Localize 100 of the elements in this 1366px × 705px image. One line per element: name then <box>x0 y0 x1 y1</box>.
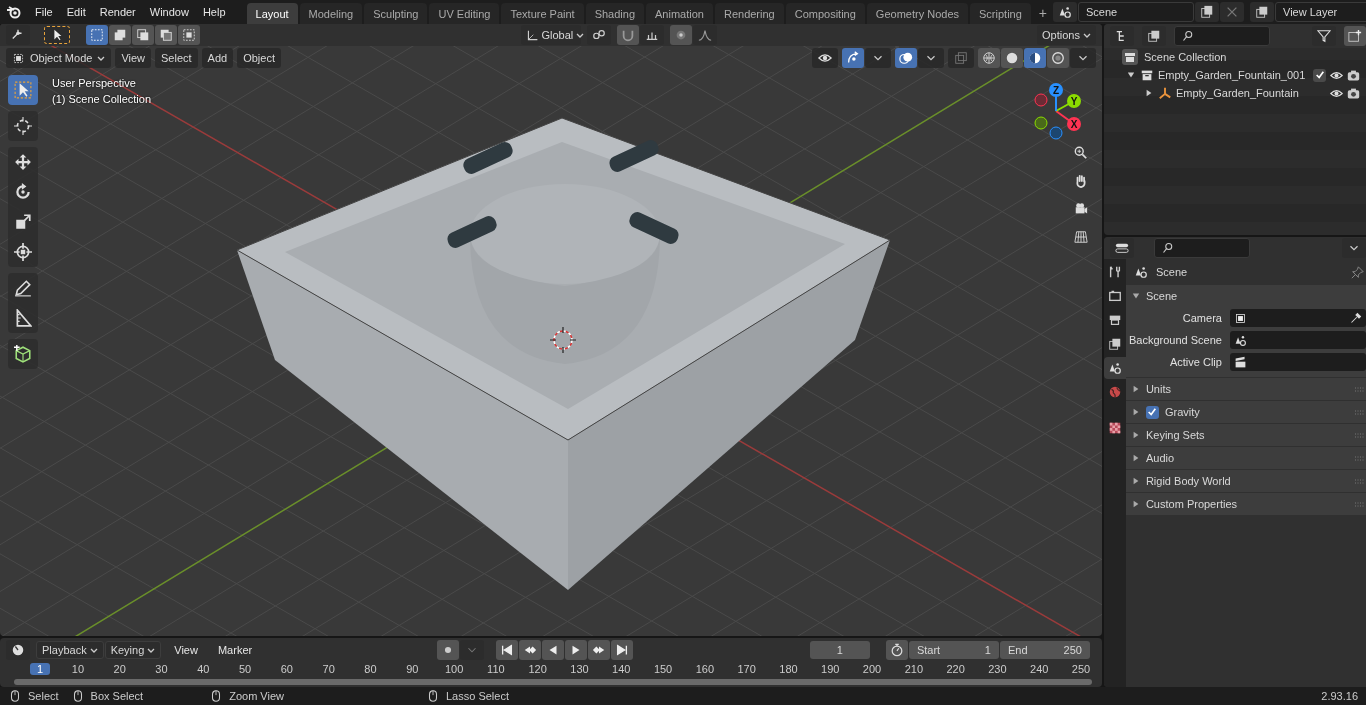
workspace-tab[interactable]: Scripting <box>970 3 1031 24</box>
panel-header[interactable]: Units <box>1125 378 1366 400</box>
stopwatch-button[interactable] <box>885 640 908 660</box>
axis-handle[interactable] <box>1049 126 1063 140</box>
viewport-menu[interactable]: View <box>115 48 152 68</box>
display-mode-button[interactable] <box>1141 26 1166 46</box>
menu-item[interactable]: Render <box>92 2 143 22</box>
workspace-tab[interactable]: Layout <box>246 3 298 24</box>
workspace-tab[interactable]: Rendering <box>714 3 784 24</box>
shading-options-button[interactable] <box>1069 48 1096 68</box>
panel-header[interactable]: Rigid Body World <box>1125 470 1366 492</box>
workspace-tab[interactable]: Modeling <box>299 3 363 24</box>
workspace-tab[interactable]: Sculpting <box>364 3 428 24</box>
overlays-options-button[interactable] <box>917 48 944 68</box>
view-layer-name-field[interactable]: View Layer <box>1275 2 1366 22</box>
duplicate-button[interactable] <box>1195 2 1219 22</box>
menu-item[interactable]: Edit <box>59 2 93 22</box>
workspace-tab[interactable]: UV Editing <box>429 3 500 24</box>
shading-mode-button[interactable] <box>1046 48 1069 68</box>
shading-mode-button[interactable] <box>977 48 1000 68</box>
viewport-menu[interactable]: Add <box>201 48 234 68</box>
pivot-point-button[interactable] <box>586 25 611 45</box>
selection-mode-button[interactable] <box>109 25 131 45</box>
xray-toggle-button[interactable] <box>947 48 974 68</box>
workspace-tab[interactable]: Shading <box>585 3 645 24</box>
panel-header[interactable]: Custom Properties <box>1125 493 1366 515</box>
axis-handle[interactable]: X <box>1066 117 1081 131</box>
panel-header[interactable]: Scene <box>1125 285 1366 307</box>
shading-mode-button[interactable] <box>1023 48 1046 68</box>
menu-item[interactable]: Help <box>195 2 233 22</box>
jump-end-button[interactable] <box>610 640 633 660</box>
previous-keyframe-button[interactable] <box>518 640 541 660</box>
overlays-toggle-button[interactable] <box>894 48 917 68</box>
editor-type-button[interactable] <box>1109 26 1134 46</box>
editor-type-button[interactable] <box>6 640 30 660</box>
current-frame-field[interactable]: 1 <box>809 641 870 659</box>
outliner-item[interactable]: Empty_Garden_Fountain_001 <box>1103 66 1366 84</box>
snap-toggle-button[interactable] <box>616 25 639 45</box>
properties-tab[interactable] <box>1103 357 1126 379</box>
filter-button[interactable] <box>1312 26 1337 46</box>
close-button[interactable] <box>1220 2 1244 22</box>
end-frame-field[interactable]: End 250 <box>999 641 1090 659</box>
camera-field[interactable] <box>1229 309 1366 327</box>
axis-handle[interactable]: Y <box>1066 94 1081 108</box>
editor-type-button[interactable] <box>1109 238 1134 258</box>
gizmo-toggle-button[interactable] <box>841 48 864 68</box>
snap-target-button[interactable] <box>639 25 664 45</box>
scene-name-field[interactable]: Scene <box>1078 2 1194 22</box>
transform-orientation-dropdown[interactable]: Global <box>520 25 581 45</box>
view-layer-selector-button[interactable] <box>1250 2 1274 22</box>
scene-field[interactable] <box>1229 331 1366 349</box>
timeline-dropdown[interactable]: Playback <box>36 641 104 659</box>
mode-dropdown[interactable]: Object Mode <box>6 48 112 68</box>
options-dropdown-button[interactable] <box>1342 238 1366 258</box>
panel-header[interactable]: Keying Sets <box>1125 424 1366 446</box>
axis-handle[interactable]: Z <box>1048 83 1063 97</box>
outliner-item[interactable]: Scene Collection <box>1103 48 1366 66</box>
timeline-dropdown[interactable]: Keying <box>104 641 162 659</box>
falloff-button[interactable] <box>692 25 717 45</box>
add-workspace-button[interactable]: + <box>1032 3 1053 23</box>
viewport-menu[interactable]: Object <box>237 48 281 68</box>
current-frame-marker[interactable]: 1 <box>30 663 50 675</box>
timeline-menu[interactable]: View <box>167 640 205 660</box>
selection-mode-button[interactable] <box>86 25 108 45</box>
scrollbar[interactable] <box>14 679 1092 685</box>
menu-item[interactable]: File <box>28 2 60 22</box>
options-dropdown[interactable]: Options <box>1037 25 1096 45</box>
workspace-tab[interactable]: Compositing <box>785 3 865 24</box>
tool-button[interactable] <box>8 75 38 105</box>
play-reverse-button[interactable] <box>541 640 564 660</box>
exclude-checkbox[interactable] <box>1313 68 1327 82</box>
selection-mode-button[interactable] <box>178 25 200 45</box>
next-keyframe-button[interactable] <box>587 640 610 660</box>
select-tool-button[interactable] <box>44 26 70 44</box>
outliner-item[interactable]: Empty_Garden_Fountain <box>1103 84 1366 102</box>
workspace-tab[interactable]: Geometry Nodes <box>866 3 968 24</box>
checkbox[interactable] <box>1145 405 1159 419</box>
proportional-editing-button[interactable] <box>669 25 692 45</box>
selection-mode-button[interactable] <box>132 25 154 45</box>
new-collection-button[interactable] <box>1344 26 1366 46</box>
axis-handle[interactable] <box>1034 116 1048 130</box>
shading-mode-button[interactable] <box>1000 48 1023 68</box>
jump-start-button[interactable] <box>495 640 518 660</box>
search-field[interactable] <box>1153 238 1250 258</box>
play-button[interactable] <box>564 640 587 660</box>
start-frame-field[interactable]: Start 1 <box>908 641 999 659</box>
workspace-tab[interactable]: Texture Paint <box>501 3 584 24</box>
gizmo-options-button[interactable] <box>864 48 891 68</box>
viewport-menu[interactable]: Select <box>155 48 198 68</box>
clip-field[interactable] <box>1229 353 1366 371</box>
selection-mode-button[interactable] <box>155 25 177 45</box>
editor-type-button[interactable] <box>6 25 30 45</box>
search-field[interactable] <box>1173 26 1270 46</box>
scene-selector-button[interactable] <box>1053 2 1077 22</box>
panel-header[interactable]: Audio <box>1125 447 1366 469</box>
menu-item[interactable]: Window <box>142 2 196 22</box>
visibility-button[interactable] <box>811 48 838 68</box>
auto-keying-button[interactable] <box>436 640 459 660</box>
timeline-menu[interactable]: Marker <box>210 640 260 660</box>
axis-handle[interactable] <box>1034 93 1048 107</box>
